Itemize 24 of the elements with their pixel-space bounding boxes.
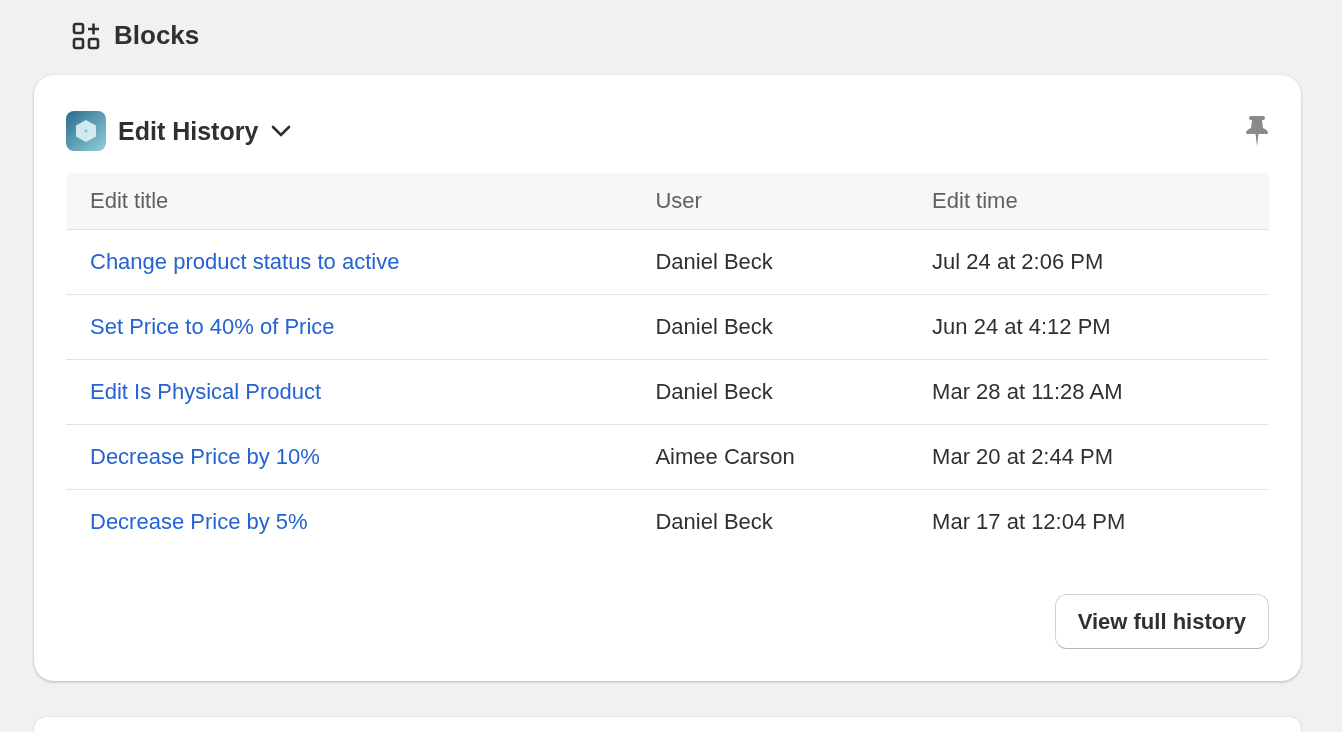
user-cell: Daniel Beck xyxy=(631,294,909,360)
view-full-history-button[interactable]: View full history xyxy=(1054,594,1269,649)
user-cell: Daniel Beck xyxy=(631,229,909,295)
edit-title-link[interactable]: Edit Is Physical Product xyxy=(90,379,322,404)
edit-title-link[interactable]: Set Price to 40% of Price xyxy=(90,314,335,339)
user-cell: Daniel Beck xyxy=(631,489,909,554)
section-title: Blocks xyxy=(114,20,200,51)
user-cell: Daniel Beck xyxy=(631,359,909,425)
edit-time-cell: Mar 28 at 11:28 AM xyxy=(908,359,1269,425)
edit-time-cell: Mar 20 at 2:44 PM xyxy=(908,424,1269,490)
edit-title-link[interactable]: Decrease Price by 5% xyxy=(90,509,308,534)
card-title: Edit History xyxy=(118,116,259,146)
column-header: Edit title xyxy=(66,173,632,230)
column-header: Edit time xyxy=(908,173,1269,230)
column-header: User xyxy=(631,173,909,230)
blocks-icon xyxy=(72,21,100,50)
edit-time-cell: Jun 24 at 4:12 PM xyxy=(908,294,1269,360)
user-cell: Aimee Carson xyxy=(631,424,909,490)
edit-time-cell: Jul 24 at 2:06 PM xyxy=(908,229,1269,295)
chevron-down-icon[interactable] xyxy=(270,124,293,138)
app-logo-icon xyxy=(66,111,106,151)
edit-title-link[interactable]: Decrease Price by 10% xyxy=(90,444,320,469)
edit-time-cell: Mar 17 at 12:04 PM xyxy=(908,489,1269,554)
edit-title-link[interactable]: Change product status to active xyxy=(90,249,400,274)
